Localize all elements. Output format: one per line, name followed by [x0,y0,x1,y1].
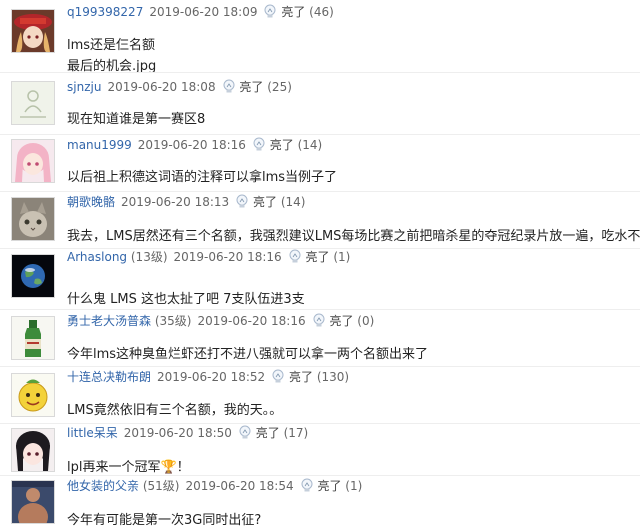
like-count: (0) [357,314,375,328]
username-link[interactable]: 十连总决勒布朗 [67,370,151,384]
avatar-anime-girl-icon[interactable] [11,428,55,472]
avatar-anime-red-hat-icon[interactable] [11,9,55,53]
like-button[interactable]: 亮了 [252,137,294,152]
username-link[interactable]: Arhaslong [67,250,127,264]
comment-line: lms还是仨名额 [67,38,156,53]
comment-line: 今年有可能是第一次3G同时出征? [67,513,262,528]
like-label: 亮了 [252,195,277,209]
comment-line: 今年lms这种臭鱼烂虾还打不进八强就可以拿一两个名额出来了 [67,347,429,362]
like-count: (1) [333,250,351,264]
like-count: (25) [267,80,292,94]
like-count: (14) [280,195,306,209]
avatar-cartoon-lemon-icon[interactable] [11,373,55,417]
username-link[interactable]: q199398227 [67,5,143,19]
timestamp: 2019-06-20 18:16 [197,314,306,328]
lightbulb-icon [223,79,235,93]
timestamp: 2019-06-20 18:16 [137,138,246,152]
like-button[interactable]: 亮了 [300,478,342,493]
avatar-anime-pink-hair-icon[interactable] [11,139,55,183]
username-link[interactable]: 朝歌晚骼 [67,195,115,209]
divider [0,309,640,310]
timestamp: 2019-06-20 18:52 [157,370,266,384]
comment-text: 今年有可能是第一次3G同时出征? [67,510,261,531]
divider [0,366,640,367]
user-level: (13级) [130,250,168,264]
timestamp: 2019-06-20 18:50 [123,426,232,440]
avatar-cat-icon[interactable] [11,197,55,241]
like-count: (1) [345,479,363,493]
username-link[interactable]: 他女装的父亲 [67,479,139,493]
like-button[interactable]: 亮了 [263,4,306,19]
like-button[interactable]: 亮了 [222,79,264,94]
timestamp: 2019-06-20 18:54 [185,479,294,493]
like-label: 亮了 [329,314,354,328]
like-button[interactable]: 亮了 [238,425,280,440]
divider [0,134,640,135]
lightbulb-icon [239,425,251,439]
like-button[interactable]: 亮了 [235,194,277,209]
comment-text: 现在知道谁是第一赛区8 [67,109,205,130]
user-level: (51级) [142,479,180,493]
divider [0,191,640,192]
like-button[interactable]: 亮了 [288,249,330,264]
comment-text: 我去，LMS居然还有三个名额，我强烈建议LMS每场比赛之前把暗杀星的夺冠纪录片放… [67,226,640,247]
timestamp: 2019-06-20 18:08 [107,80,216,94]
comment-meta: 他女装的父亲 (51级) 2019-06-20 18:54 亮了 (1) [67,477,362,495]
comment-line: LMS竟然依旧有三个名额，我的天。。 [67,403,283,418]
comment-text: LMS竟然依旧有三个名额，我的天。。 [67,400,282,421]
comment-line: 现在知道谁是第一赛区8 [67,112,206,127]
lightbulb-icon [289,249,301,263]
comment-text: lms还是仨名额 最后的机会.jpg [67,35,156,77]
like-label: 亮了 [305,250,330,264]
lightbulb-icon [264,4,276,18]
like-label: 亮了 [288,370,313,384]
comment-meta: Arhaslong (13级) 2019-06-20 18:16 亮了 (1) [67,248,350,266]
avatar-man-photo-icon[interactable] [11,480,55,524]
lightbulb-icon [272,369,284,383]
timestamp: 2019-06-20 18:16 [173,250,282,264]
like-count: (46) [309,5,334,19]
like-label: 亮了 [255,426,280,440]
comment-line: 我去，LMS居然还有三个名额，我强烈建议LMS每场比赛之前把暗杀星的夺冠纪录片放… [67,229,640,244]
username-link[interactable]: sjnzju [67,80,101,94]
like-button[interactable]: 亮了 [312,313,354,328]
comment-line: 以后祖上积德这词语的注释可以拿lms当例子了 [67,170,338,185]
username-link[interactable]: 勇士老大汤普森 [67,314,151,328]
like-label: 亮了 [281,5,306,19]
like-label: 亮了 [239,80,264,94]
avatar-placeholder-icon[interactable] [11,81,55,125]
avatar-bottle-icon[interactable] [11,316,55,360]
comment-text: 以后祖上积德这词语的注释可以拿lms当例子了 [67,167,337,188]
avatar-earth-icon[interactable] [11,254,55,298]
divider [0,475,640,476]
like-label: 亮了 [269,138,294,152]
comment-meta: sjnzju 2019-06-20 18:08 亮了 (25) [67,78,292,96]
comment-text: 什么鬼 LMS 这也太扯了吧 7支队伍进3支 [67,289,305,310]
like-count: (17) [283,426,309,440]
lightbulb-icon [301,478,313,492]
comment-text: 今年lms这种臭鱼烂虾还打不进八强就可以拿一两个名额出来了 [67,344,428,365]
like-button[interactable]: 亮了 [271,369,313,384]
comment-line: 什么鬼 LMS 这也太扯了吧 7支队伍进3支 [67,292,305,307]
lightbulb-icon [236,194,248,208]
comment-meta: manu1999 2019-06-20 18:16 亮了 (14) [67,136,322,154]
comment-meta: 朝歌晚骼 2019-06-20 18:13 亮了 (14) [67,193,305,211]
username-link[interactable]: manu1999 [67,138,132,152]
timestamp: 2019-06-20 18:13 [121,195,230,209]
lightbulb-icon [253,137,265,151]
like-count: (130) [316,370,350,384]
divider [0,72,640,73]
like-label: 亮了 [317,479,342,493]
comment-meta: little呆呆 2019-06-20 18:50 亮了 (17) [67,424,308,442]
comment-meta: q199398227 2019-06-20 18:09 亮了 (46) [67,3,334,21]
like-count: (14) [297,138,323,152]
lightbulb-icon [313,313,325,327]
user-level: (35级) [154,314,192,328]
comment-line: 最后的机会.jpg [67,59,157,74]
timestamp: 2019-06-20 18:09 [149,5,258,19]
comment-meta: 勇士老大汤普森 (35级) 2019-06-20 18:16 亮了 (0) [67,312,374,330]
comment-meta: 十连总决勒布朗 2019-06-20 18:52 亮了 (130) [67,368,349,386]
username-link[interactable]: little呆呆 [67,426,118,440]
